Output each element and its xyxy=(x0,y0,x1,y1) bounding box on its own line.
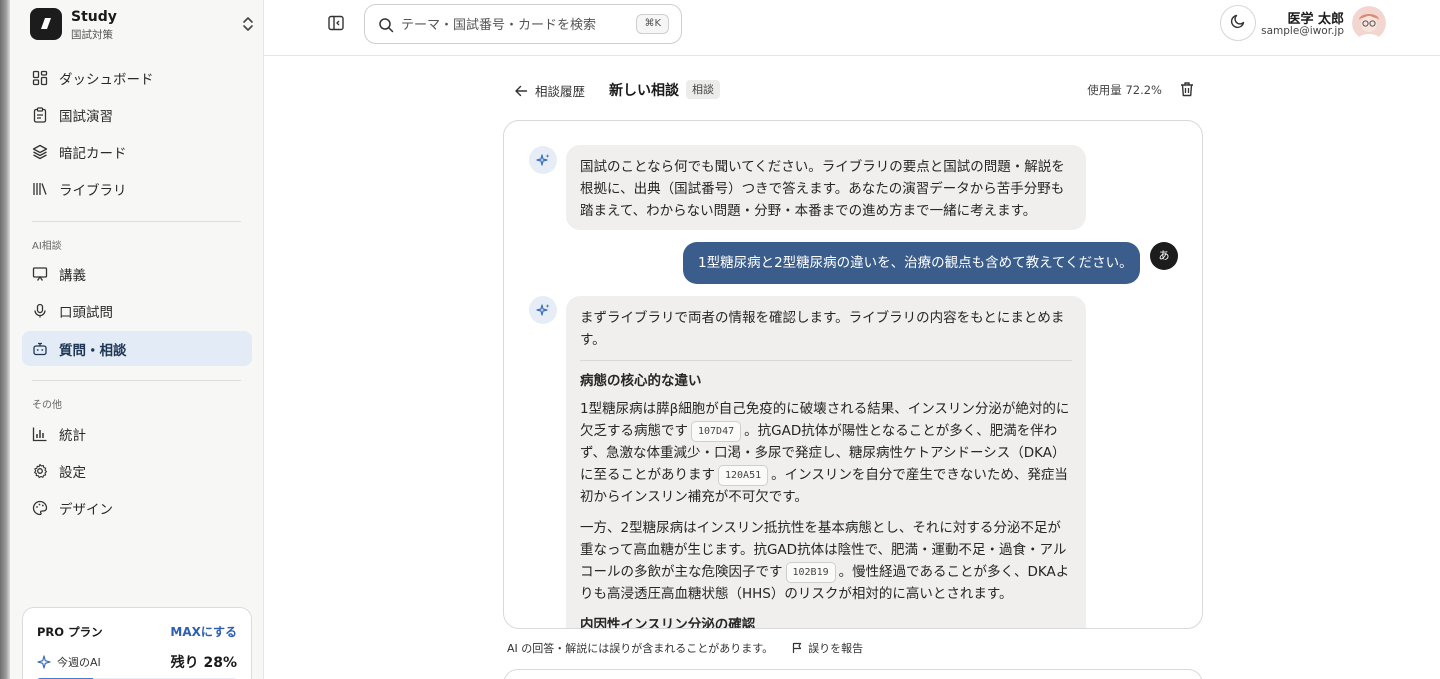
back-to-history-link[interactable]: 相談履歴 xyxy=(514,81,585,100)
library-icon xyxy=(32,181,48,197)
report-error-link[interactable]: 誤りを報告 xyxy=(791,640,863,656)
assistant-message: 国試のことなら何でも聞いてください。ライブラリの要点と国試の問題・解説を根拠に、… xyxy=(566,145,1086,230)
moon-icon xyxy=(1230,13,1246,33)
sidebar-item-label: デザイン xyxy=(59,501,113,518)
bar-chart-icon xyxy=(32,426,48,442)
theme-toggle-button[interactable] xyxy=(1220,5,1256,41)
section-label-ai: AI相談 xyxy=(32,241,62,252)
sidebar-item-exam-practice[interactable]: 国試演習 xyxy=(22,97,252,132)
window-edge xyxy=(0,0,10,679)
arrow-left-icon xyxy=(515,85,528,96)
user-message: 1型糖尿病と2型糖尿病の違いを、治療の観点も含めて教えてください。 xyxy=(683,242,1140,284)
ai-remaining-value: 残り 28% xyxy=(170,655,237,671)
sidebar-item-consultation[interactable]: 質問・相談 xyxy=(22,331,252,366)
sidebar-toggle-button[interactable] xyxy=(326,13,346,33)
upgrade-link[interactable]: MAXにする xyxy=(170,623,237,640)
search-shortcut-badge: ⌘K xyxy=(636,14,669,34)
dashboard-icon xyxy=(32,70,48,86)
chat-title: 新しい相談 xyxy=(609,83,679,99)
sidebar-item-stats[interactable]: 統計 xyxy=(22,416,252,451)
flag-icon xyxy=(793,642,802,653)
sparkles-icon xyxy=(37,654,51,669)
sidebar: Study 国試対策 ダッシュボード 国試演習 暗記カード ライブラリ AI相談 xyxy=(10,0,264,679)
sidebar-item-label: 統計 xyxy=(59,427,86,444)
sidebar-item-flashcards[interactable]: 暗記カード xyxy=(22,134,252,169)
sidebar-item-library[interactable]: ライブラリ xyxy=(22,171,252,206)
answer-heading: 内因性インスリン分泌の確認 xyxy=(580,617,756,629)
usage-indicator: 使用量 72.2% xyxy=(1087,83,1162,97)
assistant-avatar xyxy=(529,146,557,174)
search-input[interactable] xyxy=(401,13,631,37)
citation-badge[interactable]: 120A51 xyxy=(718,464,769,486)
answer-paragraph: 一方、2型糖尿病はインスリン抵抗性を基本病態とし、それに対する分泌不足が重なって… xyxy=(580,517,1072,605)
message-divider xyxy=(580,360,1072,361)
assistant-message-text: 国試のことなら何でも聞いてください。ライブラリの要点と国試の問題・解説を根拠に、… xyxy=(580,159,1065,219)
chevron-up-down-icon[interactable] xyxy=(240,15,256,33)
message-composer[interactable] xyxy=(503,669,1203,679)
search-icon xyxy=(378,17,394,33)
sidebar-item-label: 質問・相談 xyxy=(59,342,127,359)
assistant-avatar xyxy=(529,296,557,324)
sidebar-item-settings[interactable]: 設定 xyxy=(22,453,252,488)
delete-chat-button[interactable] xyxy=(1178,80,1196,98)
sidebar-item-oral-exam[interactable]: 口頭試問 xyxy=(22,293,252,328)
sidebar-item-label: 講義 xyxy=(59,267,86,284)
top-header: ⌘K 医学 太郎 sample@iwor.jp xyxy=(264,0,1440,56)
trash-icon xyxy=(1181,82,1193,97)
ai-disclaimer: AI の回答・解説には誤りが含まれることがあります。 誤りを報告 xyxy=(507,640,863,656)
citation-badge[interactable]: 102B19 xyxy=(785,561,836,583)
sparkles-icon xyxy=(535,303,549,316)
sidebar-item-label: ライブラリ xyxy=(59,182,127,199)
sidebar-divider xyxy=(32,380,241,381)
sidebar-item-label: ダッシュボード xyxy=(59,71,154,88)
sidebar-item-label: 口頭試問 xyxy=(59,304,113,321)
user-message-text: 1型糖尿病と2型糖尿病の違いを、治療の観点も含めて教えてください。 xyxy=(698,255,1133,271)
sidebar-item-design[interactable]: デザイン xyxy=(22,490,252,525)
plan-name: PRO プラン xyxy=(37,625,103,639)
sidebar-item-label: 設定 xyxy=(59,464,86,481)
palette-icon xyxy=(32,500,48,516)
search-box[interactable]: ⌘K xyxy=(364,4,682,44)
user-email: sample@iwor.jp xyxy=(1261,25,1344,37)
chat-toolbar: 相談履歴 新しい相談 相談 使用量 72.2% xyxy=(514,78,1202,102)
sidebar-item-label: 国試演習 xyxy=(59,108,113,125)
clipboard-icon xyxy=(32,106,48,123)
sidebar-divider xyxy=(32,221,241,222)
chat-panel[interactable]: 国試のことなら何でも聞いてください。ライブラリの要点と国試の問題・解説を根拠に、… xyxy=(503,120,1203,629)
user-avatar: あ xyxy=(1150,242,1178,270)
answer-lead: まずライブラリで両者の情報を確認します。ライブラリの内容をもとにまとめます。 xyxy=(580,310,1065,348)
section-label-other: その他 xyxy=(32,400,62,411)
disclaimer-text: AI の回答・解説には誤りが含まれることがあります。 xyxy=(507,642,774,655)
layers-icon xyxy=(32,144,48,160)
sparkles-icon xyxy=(535,153,549,166)
report-error-label: 誤りを報告 xyxy=(808,642,864,655)
gear-icon xyxy=(32,463,48,479)
assistant-message: まずライブラリで両者の情報を確認します。ライブラリの内容をもとにまとめます。 病… xyxy=(566,296,1086,629)
sidebar-item-label: 暗記カード xyxy=(59,145,127,162)
app-logo xyxy=(30,8,62,40)
answer-paragraph: 1型糖尿病は膵β細胞が自己免疫的に破壊される結果、インスリン分泌が絶対的に欠乏す… xyxy=(580,398,1072,508)
plan-card: PRO プラン MAXにする 今週のAI 残り 28% xyxy=(22,607,252,679)
answer-heading: 病態の核心的な違い xyxy=(580,373,702,389)
sidebar-item-dashboard[interactable]: ダッシュボード xyxy=(22,60,252,95)
weekly-ai-label: 今週のAI xyxy=(57,656,101,669)
microphone-icon xyxy=(32,303,48,319)
bot-icon xyxy=(32,341,48,357)
sidebar-item-lecture[interactable]: 講義 xyxy=(22,256,252,291)
app-subtitle: 国試対策 xyxy=(71,29,113,41)
back-link-label: 相談履歴 xyxy=(535,84,586,99)
workspace-switcher[interactable]: Study 国試対策 xyxy=(30,8,256,42)
chat-type-badge: 相談 xyxy=(686,80,720,99)
app-title: Study xyxy=(71,9,117,25)
presentation-icon xyxy=(32,266,48,282)
avatar[interactable] xyxy=(1352,6,1386,40)
citation-badge[interactable]: 107D47 xyxy=(691,420,742,442)
